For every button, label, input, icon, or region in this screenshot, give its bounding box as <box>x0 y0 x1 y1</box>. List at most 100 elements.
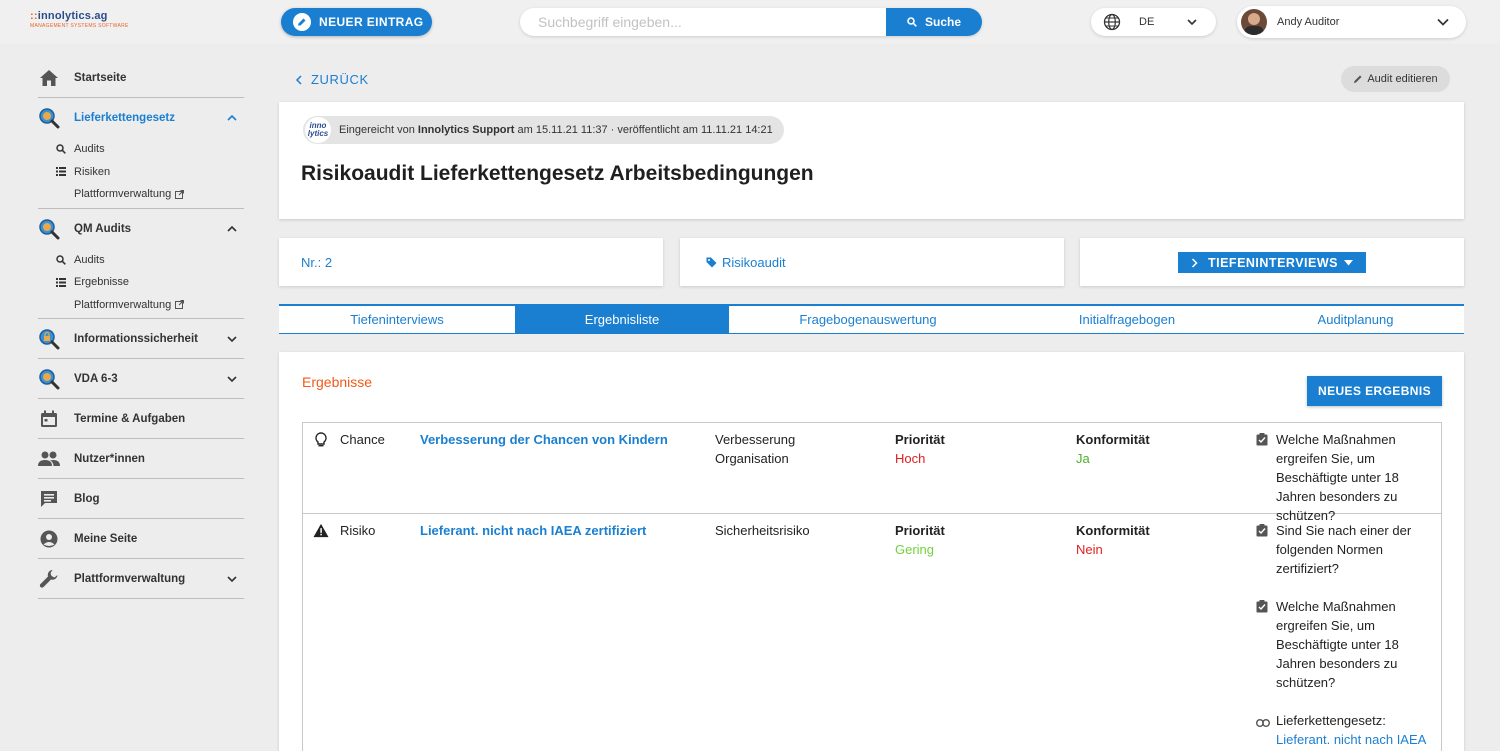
sidebar-item-meine-seite[interactable]: Meine Seite <box>38 519 244 559</box>
result-type: Chance <box>313 430 385 449</box>
warning-icon <box>313 523 329 538</box>
question-item[interactable]: Welche Maßnahmen ergreifen Sie, um Besch… <box>1256 430 1436 525</box>
result-category: Sicherheitsrisiko <box>715 523 810 538</box>
comment-icon <box>38 488 60 510</box>
tab-fragebogenauswertung[interactable]: Fragebogenauswertung <box>729 306 1007 333</box>
clipboard-check-icon <box>1256 597 1270 692</box>
author-link[interactable]: Innolytics Support <box>418 124 515 136</box>
sidebar-item-lieferkettengesetz[interactable]: Lieferkettengesetz <box>38 98 244 138</box>
result-questions: Welche Maßnahmen ergreifen Sie, um Besch… <box>1256 430 1436 525</box>
chevron-down-icon <box>227 576 237 583</box>
action-card: TIEFENINTERVIEWS <box>1080 238 1464 286</box>
sidebar-item-startseite[interactable]: Startseite <box>38 58 244 98</box>
back-link[interactable]: ZURÜCK <box>295 72 369 87</box>
tag-icon <box>706 257 717 267</box>
qm-audits-submenu: Audits Ergebnisse Plattformverwaltung <box>38 249 244 319</box>
audit-search-icon <box>38 218 60 240</box>
sidebar-sub-audits[interactable]: Audits <box>38 138 244 161</box>
linked-result: Lieferkettengesetz: Lieferant. nicht nach… <box>1255 711 1436 751</box>
result-title-link[interactable]: Lieferant. nicht nach IAEA zertifiziert <box>420 521 646 540</box>
audit-header-card: inno lytics Eingereicht von Innolytics Su… <box>279 102 1464 219</box>
wrench-icon <box>38 568 60 590</box>
sidebar-sub-ergebnisse[interactable]: Ergebnisse <box>38 271 244 294</box>
question-item[interactable]: Welche Maßnahmen ergreifen Sie, um Besch… <box>1256 597 1436 692</box>
table-row[interactable]: Risiko Lieferant. nicht nach IAEA zertif… <box>303 514 1441 751</box>
search-icon <box>907 17 917 27</box>
sidebar-item-vda-6-3[interactable]: VDA 6-3 <box>38 359 244 399</box>
linked-result-link[interactable]: Lieferant. nicht nach IAEA zertifiziert <box>1276 732 1426 751</box>
list-icon <box>55 277 67 287</box>
external-link-icon <box>175 300 185 310</box>
sidebar-sub-plattformverwaltung[interactable]: Plattformverwaltung <box>38 183 244 206</box>
chevron-up-icon <box>227 114 237 121</box>
audit-search-icon <box>38 107 60 129</box>
search-icon <box>55 144 67 155</box>
results-card: Ergebnisse NEUES ERGEBNIS Chance Verbess… <box>279 352 1464 751</box>
people-icon <box>38 448 60 470</box>
tab-initialfragebogen[interactable]: Initialfragebogen <box>1007 306 1247 333</box>
security-search-icon <box>38 328 60 350</box>
top-bar: ::innolytics.ag MANAGEMENT SYSTEMS SOFTW… <box>0 0 1500 44</box>
results-table: Chance Verbesserung der Chancen von Kind… <box>302 422 1442 751</box>
sidebar: Startseite Lieferkettengesetz Audits Ris… <box>38 58 244 599</box>
sidebar-item-nutzer[interactable]: Nutzer*innen <box>38 439 244 479</box>
question-item[interactable]: Sind Sie nach einer der folgenden Normen… <box>1256 521 1436 578</box>
sidebar-item-termine[interactable]: Termine & Aufgaben <box>38 399 244 439</box>
avatar <box>1241 9 1267 35</box>
innolytics-mini-logo: inno lytics <box>305 117 331 143</box>
edit-audit-button[interactable]: Audit editieren <box>1341 66 1450 92</box>
chevron-right-icon <box>1191 257 1198 268</box>
sidebar-item-plattformverwaltung[interactable]: Plattformverwaltung <box>38 559 244 599</box>
edit-pen-icon <box>293 13 311 31</box>
sidebar-item-qm-audits[interactable]: QM Audits <box>38 209 244 249</box>
conformity-value: Nein <box>1076 542 1103 557</box>
home-icon <box>38 67 60 89</box>
search-input[interactable] <box>520 8 886 36</box>
globe-icon <box>1103 13 1121 31</box>
tag-link[interactable]: Risikoaudit <box>722 255 786 270</box>
lieferkettengesetz-submenu: Audits Risiken Plattformverwaltung <box>38 138 244 209</box>
external-link-icon <box>175 189 185 199</box>
result-priority: Priorität Hoch <box>895 432 945 466</box>
conformity-value: Ja <box>1076 451 1090 466</box>
caret-down-icon <box>1344 259 1353 265</box>
result-conformity: Konformität Ja <box>1076 432 1150 466</box>
clipboard-check-icon <box>1256 521 1270 578</box>
chevron-up-icon <box>227 225 237 232</box>
sidebar-sub-plattformverwaltung[interactable]: Plattformverwaltung <box>38 294 244 317</box>
account-icon <box>38 528 60 550</box>
tab-tiefeninterviews[interactable]: Tiefeninterviews <box>279 306 515 333</box>
page-title: Risikoaudit Lieferkettengesetz Arbeitsbe… <box>301 162 814 185</box>
result-priority: Priorität Gering <box>895 523 945 557</box>
user-menu[interactable]: Andy Auditor <box>1237 6 1466 38</box>
search-icon <box>55 255 67 265</box>
result-category: Verbesserung Organisation <box>715 432 796 466</box>
pencil-icon <box>1354 75 1362 83</box>
new-entry-button[interactable]: NEUER EINTRAG <box>281 8 432 36</box>
search-button[interactable]: Suche <box>886 8 982 36</box>
list-icon <box>55 167 67 177</box>
chevron-down-icon <box>1187 19 1197 26</box>
sidebar-sub-risiken[interactable]: Risiken <box>38 161 244 184</box>
link-icon <box>1255 711 1271 751</box>
sidebar-item-blog[interactable]: Blog <box>38 479 244 519</box>
sidebar-sub-audits[interactable]: Audits <box>38 249 244 272</box>
submission-info: inno lytics Eingereicht von Innolytics Su… <box>303 116 784 144</box>
tab-bar: Tiefeninterviews Ergebnisliste Frageboge… <box>279 304 1464 334</box>
table-row[interactable]: Chance Verbesserung der Chancen von Kind… <box>303 423 1441 523</box>
brand-logo[interactable]: ::innolytics.ag MANAGEMENT SYSTEMS SOFTW… <box>30 10 129 29</box>
tab-auditplanung[interactable]: Auditplanung <box>1247 306 1464 333</box>
language-select[interactable]: DE <box>1091 8 1216 36</box>
clipboard-check-icon <box>1256 430 1270 525</box>
priority-value: Hoch <box>895 451 926 466</box>
chevron-down-icon <box>227 336 237 343</box>
calendar-icon <box>38 408 60 430</box>
result-title-link[interactable]: Verbesserung der Chancen von Kindern <box>420 430 668 449</box>
new-result-button[interactable]: NEUES ERGEBNIS <box>1307 376 1442 406</box>
result-questions: Sind Sie nach einer der folgenden Normen… <box>1255 521 1436 751</box>
tab-ergebnisliste[interactable]: Ergebnisliste <box>515 306 729 333</box>
tiefeninterviews-dropdown-button[interactable]: TIEFENINTERVIEWS <box>1178 252 1366 273</box>
sidebar-item-informationssicherheit[interactable]: Informationssicherheit <box>38 319 244 359</box>
result-conformity: Konformität Nein <box>1076 523 1150 557</box>
tag-card: Risikoaudit <box>680 238 1064 286</box>
